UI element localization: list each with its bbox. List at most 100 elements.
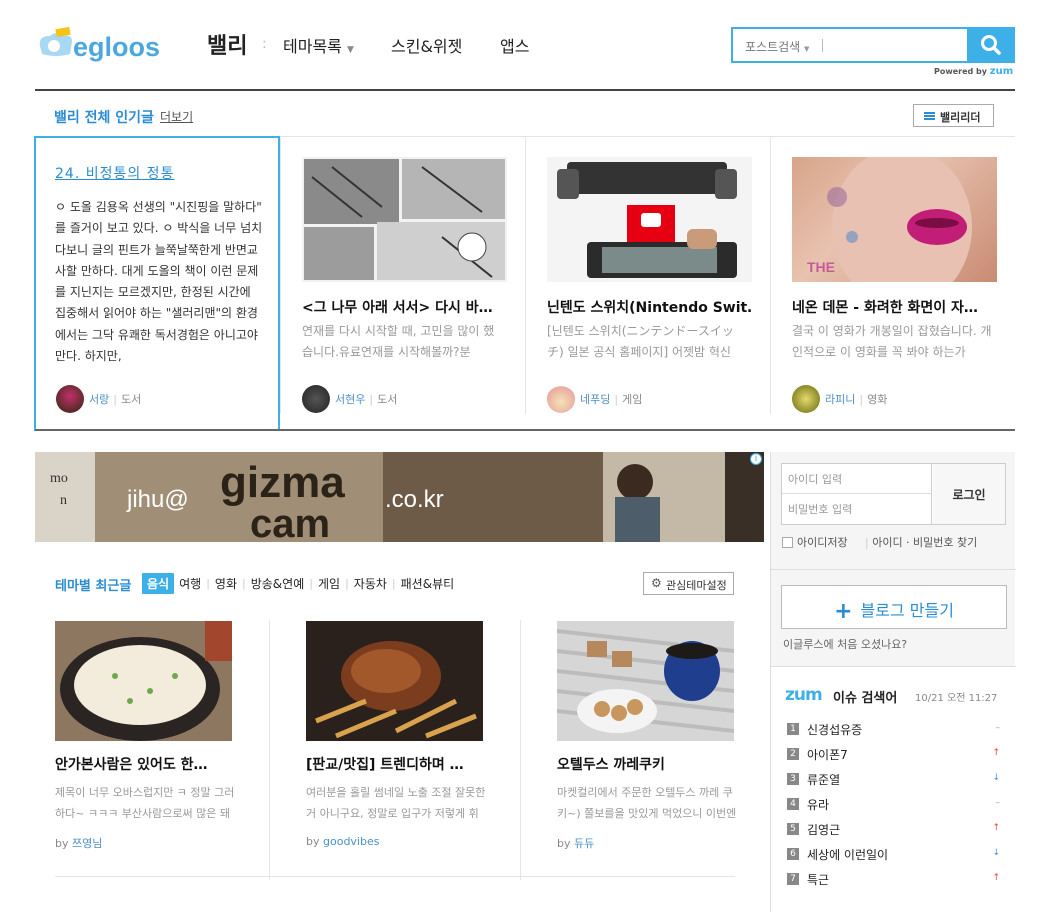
post-thumbnail[interactable]: THE <box>792 147 997 307</box>
issue-item[interactable]: 3 류준열 ↓ <box>787 769 1002 789</box>
login-form: 아이디 입력 비밀번호 입력 로그인 <box>781 463 1006 525</box>
post-thumbnail[interactable] <box>547 157 752 282</box>
search-button[interactable] <box>967 27 1015 63</box>
issue-item[interactable]: 5 김영근 ↑ <box>787 819 1002 839</box>
plus-icon: + <box>834 599 853 624</box>
nav-skins[interactable]: 스킨&위젯 <box>391 33 462 57</box>
category-label[interactable]: 영화 <box>867 391 887 407</box>
avatar[interactable] <box>547 385 575 413</box>
powered-by-label: Powered by <box>934 67 987 76</box>
issue-term[interactable]: 유라 <box>807 796 829 813</box>
avatar[interactable] <box>56 385 84 413</box>
avatar[interactable] <box>792 385 820 413</box>
sidebar: 아이디 입력 비밀번호 입력 로그인 아이디저장 | 아이디 · 비밀번호 찾기… <box>770 452 1016 917</box>
theme-section-title: 테마별 최근글 <box>55 579 132 594</box>
tab-game[interactable]: 게임 <box>313 573 345 594</box>
post-title[interactable]: 안가본사람은 있어도 한… <box>55 754 235 774</box>
make-blog-label: 블로그 만들기 <box>860 601 954 620</box>
author-name[interactable]: goodvibes <box>323 835 379 848</box>
issue-item[interactable]: 2 아이폰7 ↑ <box>787 744 1002 764</box>
valley-leader-label: 밸리리더 <box>940 111 981 124</box>
popular-more-link[interactable]: 더보기 <box>160 108 193 125</box>
post-byline: by 듀듀 <box>557 835 594 851</box>
svg-text:n: n <box>60 493 67 508</box>
nav-themes[interactable]: 테마목록 ▼ <box>283 33 354 57</box>
post-thumbnail[interactable] <box>55 621 232 741</box>
issue-term[interactable]: 신경섭유증 <box>807 721 862 738</box>
featured-post[interactable]: 24. 비정통의 정통 ㅇ 도올 김용옥 선생의 "시진핑을 말하다" 를 즐거… <box>34 136 280 431</box>
theme-tabs: 음식 여행 | 영화 | 방송&연예 | 게임 | 자동차 | 패션&뷰티 <box>142 573 459 594</box>
author-name[interactable]: 듀듀 <box>574 837 594 850</box>
issue-term[interactable]: 아이폰7 <box>807 746 848 763</box>
tab-movie[interactable]: 영화 <box>210 573 242 594</box>
category-label[interactable]: 도서 <box>121 391 141 407</box>
svg-text:jihu@: jihu@ <box>126 486 189 513</box>
password-input[interactable]: 비밀번호 입력 <box>782 494 932 524</box>
author-name[interactable]: 네푸딩 <box>580 391 610 407</box>
post-thumbnail[interactable] <box>306 621 483 741</box>
nav-valley[interactable]: 밸리 <box>207 28 247 60</box>
post-title[interactable]: 네온 데몬 - 화려한 화면이 자… <box>792 297 997 317</box>
find-account-link[interactable]: | 아이디 · 비밀번호 찾기 <box>865 534 977 550</box>
category-label[interactable]: 도서 <box>377 391 397 407</box>
search-scope-select[interactable]: 포스트검색 ▼ <box>745 38 809 55</box>
rank-badge: 4 <box>787 798 799 810</box>
tab-broadcast[interactable]: 방송&연예 <box>246 573 310 594</box>
interest-theme-button[interactable]: ⚙ 관심테마설정 <box>643 572 734 595</box>
post-thumbnail[interactable] <box>302 157 507 282</box>
zum-brand: zum <box>989 66 1014 77</box>
search-input[interactable] <box>828 33 968 57</box>
issue-search-panel: zum 이슈 검색어 10/21 오전 11:27 1 신경섭유증 – 2 아이폰7 ↑ 3… <box>771 667 1016 917</box>
issue-term[interactable]: 세상에 이런일이 <box>807 846 888 863</box>
post-title[interactable]: [판교/맛집] 트렌디하며 … <box>306 754 486 774</box>
manga-thumbnail-image <box>302 157 507 282</box>
tab-food[interactable]: 음식 <box>142 573 175 594</box>
post-title[interactable]: 오텔두스 까레쿠키 <box>557 754 737 774</box>
featured-post-title[interactable]: 24. 비정통의 정통 <box>55 163 174 183</box>
trend-down-icon: ↓ <box>992 773 1000 783</box>
rank-badge: 2 <box>787 748 799 760</box>
avatar[interactable] <box>302 385 330 413</box>
zum-logo[interactable]: zum <box>785 685 823 705</box>
issue-term[interactable]: 특근 <box>807 871 829 888</box>
author-name[interactable]: 쯔영님 <box>72 837 102 850</box>
svg-text:mo: mo <box>50 471 68 486</box>
tab-travel[interactable]: 여행 <box>174 573 206 594</box>
popular-post[interactable]: 닌텐도 스위치(Nintendo Swit… [닌텐도 스위치(ニンテンドースイ… <box>525 137 770 414</box>
ad-banner[interactable]: mo n jihu@ gizma cam .co.kr i <box>35 452 764 542</box>
column-divider <box>520 620 521 880</box>
save-id-checkbox[interactable]: 아이디저장 <box>782 534 848 550</box>
egloos-logo[interactable]: egloos <box>36 24 161 66</box>
issue-term[interactable]: 김영근 <box>807 821 840 838</box>
cookies-image <box>556 621 735 741</box>
id-input[interactable]: 아이디 입력 <box>782 464 932 494</box>
trend-down-icon: ↓ <box>992 848 1000 858</box>
chevron-down-icon: ▼ <box>346 45 354 55</box>
popular-post[interactable]: THE 네온 데몬 - 화려한 화면이 자… 결국 이 영화가 개봉일이 잡혔습… <box>770 137 1015 414</box>
popular-post[interactable]: <그 나무 아래 서서> 다시 바… 연재를 다시 시작할 때, 고민을 많이 … <box>280 137 525 414</box>
category-label[interactable]: 게임 <box>622 391 642 407</box>
issue-item[interactable]: 4 유라 – <box>787 794 1002 814</box>
issue-term[interactable]: 류준열 <box>807 771 840 788</box>
tab-car[interactable]: 자동차 <box>349 573 392 594</box>
author-name[interactable]: 라피니 <box>825 391 855 407</box>
tab-fashion[interactable]: 패션&뷰티 <box>396 573 460 594</box>
issue-item[interactable]: 6 세상에 이런일이 ↓ <box>787 844 1002 864</box>
post-title[interactable]: <그 나무 아래 서서> 다시 바… <box>302 297 507 317</box>
author-name[interactable]: 서랑 <box>89 391 109 407</box>
egloos-logo-icon: egloos <box>39 26 160 62</box>
ad-info-icon[interactable]: i <box>750 453 762 465</box>
svg-text:egloos: egloos <box>73 32 160 62</box>
valley-leader-button[interactable]: 밸리리더 <box>913 104 994 127</box>
author-name[interactable]: 서현우 <box>335 391 365 407</box>
login-button[interactable]: 로그인 <box>933 464 1005 524</box>
post-thumbnail[interactable] <box>556 621 735 741</box>
popular-section-title: 밸리 전체 인기글 <box>54 110 154 126</box>
issue-item[interactable]: 1 신경섭유증 – <box>787 719 1002 739</box>
issue-item[interactable]: 7 특근 ↑ <box>787 869 1002 889</box>
search-scope-label: 포스트검색 <box>745 40 801 54</box>
make-blog-button[interactable]: + 블로그 만들기 <box>781 585 1007 629</box>
first-visit-link[interactable]: 이글루스에 처음 오셨나요? <box>783 636 907 652</box>
post-title[interactable]: 닌텐도 스위치(Nintendo Swit… <box>547 297 752 317</box>
nav-apps[interactable]: 앱스 <box>500 33 529 57</box>
